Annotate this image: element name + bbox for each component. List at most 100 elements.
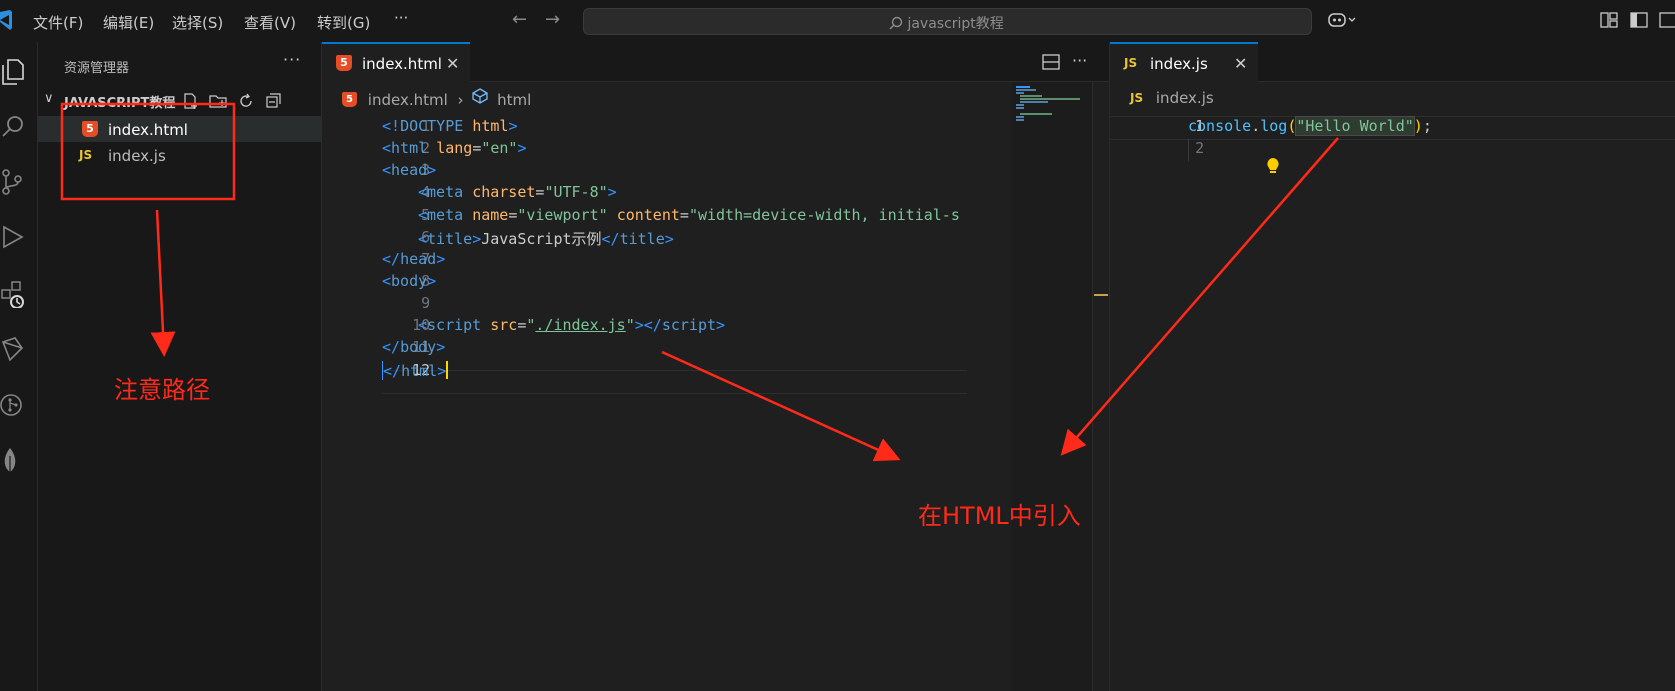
- code-token: ": [625, 316, 635, 334]
- tab-index-js[interactable]: JS index.js ✕: [1110, 42, 1258, 82]
- html5-file-icon: 5: [342, 92, 357, 107]
- editor-more-actions[interactable]: ···: [1072, 51, 1087, 70]
- breadcrumb: 5 index.html › html: [342, 88, 531, 109]
- command-center-search[interactable]: javascript教程: [583, 8, 1312, 35]
- minimap-line: [1020, 101, 1048, 103]
- code-token: <: [382, 272, 392, 290]
- minimap-line: [1016, 89, 1036, 91]
- script-src-path-link[interactable]: ./index.js: [535, 316, 625, 334]
- code-token: </: [382, 338, 401, 356]
- workspace-folder-header[interactable]: ∨ JAVASCRIPT教程: [38, 90, 322, 112]
- code-token: <!: [382, 117, 401, 135]
- lightbulb-icon[interactable]: [1265, 157, 1281, 175]
- tab-label: index.html: [362, 55, 442, 73]
- tab-close-icon[interactable]: ✕: [1234, 54, 1247, 73]
- code-line: 9: [322, 294, 430, 317]
- breadcrumb-file[interactable]: index.html: [368, 91, 448, 109]
- code-token: "Hello World": [1295, 116, 1415, 136]
- code-line: 7 </head>: [322, 250, 445, 273]
- toggle-panel-icon[interactable]: [1659, 11, 1675, 29]
- code-token: html: [391, 139, 428, 157]
- menu-file[interactable]: 文件(F): [33, 12, 83, 33]
- activity-bar: [0, 42, 38, 691]
- code-token: log: [1260, 117, 1288, 135]
- explorer-files-icon[interactable]: [0, 56, 30, 86]
- minimap-line: [1016, 104, 1024, 106]
- new-folder-icon[interactable]: [208, 91, 228, 111]
- breadcrumb-file[interactable]: index.js: [1156, 89, 1214, 107]
- search-icon[interactable]: [0, 112, 30, 142]
- code-token: "en": [481, 139, 518, 157]
- html5-file-icon: 5: [82, 121, 98, 137]
- tab-label: index.js: [1150, 55, 1208, 73]
- minimap[interactable]: [1012, 82, 1092, 691]
- menu-selection[interactable]: 选择(S): [172, 12, 223, 33]
- git-graph-icon[interactable]: [0, 390, 30, 420]
- code-token: <: [418, 230, 428, 248]
- code-line: 8 <body>: [322, 272, 436, 295]
- menu-view[interactable]: 查看(V): [244, 12, 296, 33]
- vertical-scrollbar[interactable]: [1092, 82, 1108, 691]
- run-debug-icon[interactable]: [0, 222, 30, 252]
- code-token: =: [508, 206, 518, 224]
- breadcrumb-symbol[interactable]: html: [497, 91, 531, 109]
- code-line: 10 <script src="./index.js"></script>: [322, 316, 725, 339]
- code-token: meta: [427, 183, 464, 201]
- code-token: </: [382, 250, 401, 268]
- editor-tab-bar: 5 index.html ✕ ···: [322, 42, 1109, 82]
- code-token: <: [418, 316, 428, 334]
- code-token: ): [1413, 117, 1423, 135]
- minimap-line: [1020, 113, 1052, 115]
- symbol-element-icon: [472, 88, 488, 104]
- back-arrow-icon[interactable]: ←: [512, 9, 527, 30]
- remote-explorer-icon[interactable]: [0, 334, 30, 364]
- code-token: script: [427, 316, 482, 334]
- js-file-icon: JS: [79, 148, 93, 162]
- code-token: lang: [436, 139, 473, 157]
- code-line: 3 <head>: [322, 161, 436, 184]
- breadcrumb-separator: ›: [457, 90, 464, 109]
- code-token: </: [601, 230, 620, 248]
- code-token: </: [383, 362, 402, 380]
- minimap-line: [1016, 92, 1024, 94]
- source-control-icon[interactable]: [0, 167, 30, 197]
- text-cursor: [446, 361, 449, 379]
- explorer-file-index-js[interactable]: JS index.js: [38, 142, 322, 168]
- code-token: >: [664, 230, 674, 248]
- tab-index-html[interactable]: 5 index.html ✕: [322, 42, 470, 82]
- code-token: "viewport": [517, 206, 608, 224]
- collapse-all-icon[interactable]: [264, 91, 284, 111]
- code-line: 1 console.log("Hello World");: [1110, 116, 1432, 140]
- code-token: >: [716, 316, 726, 334]
- menu-goto[interactable]: 转到(G): [317, 12, 370, 33]
- code-token: head: [400, 250, 437, 268]
- minimap-line: [1016, 86, 1030, 88]
- code-line: 4 <meta charset="UTF-8">: [322, 183, 617, 206]
- layout-panels-icon[interactable]: [1600, 11, 1618, 29]
- explorer-more-button[interactable]: ···: [283, 50, 301, 69]
- forward-arrow-icon[interactable]: →: [545, 9, 560, 30]
- mongodb-leaf-icon[interactable]: [0, 446, 30, 476]
- explorer-title: 资源管理器: [64, 61, 130, 76]
- menu-more[interactable]: ···: [394, 9, 408, 27]
- editor-group-html: 5 index.html ✕ ··· 5 index.html › html 1…: [322, 42, 1109, 691]
- minimap-line: [1016, 107, 1024, 109]
- refresh-explorer-icon[interactable]: [236, 91, 256, 111]
- tab-close-icon[interactable]: ✕: [446, 54, 459, 73]
- explorer-file-index-html[interactable]: 5 index.html: [38, 116, 322, 142]
- title-bar: 文件(F) 编辑(E) 选择(S) 查看(V) 转到(G) ··· ← → ja…: [0, 0, 1675, 42]
- code-token: =: [472, 139, 482, 157]
- explorer-sidebar: 资源管理器 ··· ∨ JAVASCRIPT教程 5 index.html JS…: [38, 42, 322, 691]
- breadcrumb: JS index.js: [1130, 88, 1214, 108]
- code-token: console: [1188, 117, 1252, 135]
- toggle-sidebar-icon[interactable]: [1630, 11, 1648, 29]
- split-editor-icon[interactable]: [1042, 54, 1060, 70]
- code-token: >: [427, 272, 437, 290]
- menu-edit[interactable]: 编辑(E): [103, 12, 154, 33]
- new-file-icon[interactable]: [180, 91, 200, 111]
- copilot-icon[interactable]: [1327, 11, 1357, 29]
- extensions-icon[interactable]: [0, 278, 30, 308]
- code-token: ;: [1422, 117, 1432, 135]
- code-token: html: [472, 117, 509, 135]
- code-token: body: [400, 338, 437, 356]
